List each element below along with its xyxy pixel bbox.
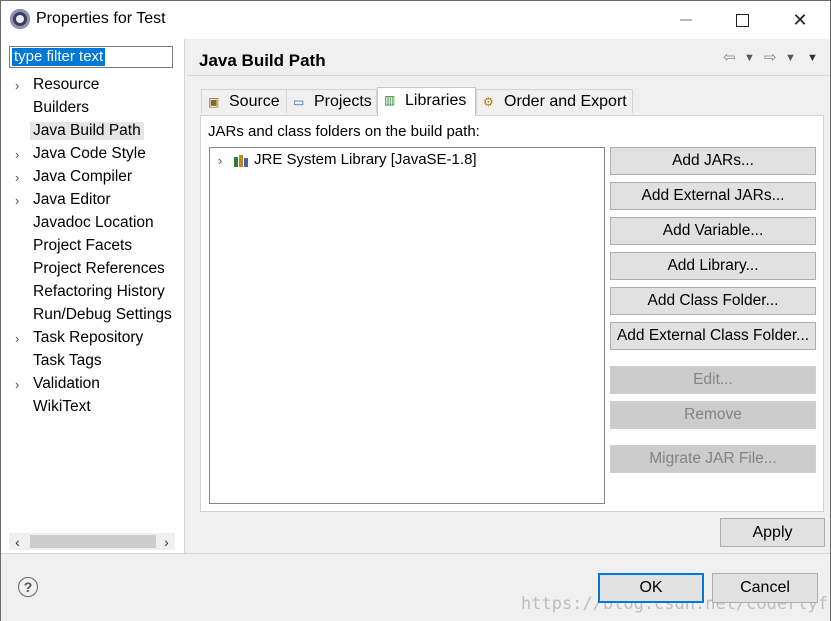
scroll-left-icon[interactable]: ‹ [9, 533, 26, 550]
back-arrow-icon[interactable]: ⇦ [723, 48, 736, 66]
tree-item[interactable]: Project References [1, 259, 184, 282]
add-jars-button[interactable]: Add JARs... [610, 147, 816, 175]
page-header: Java Build Path ⇦ ▼ ⇨ ▼ ▼ [187, 39, 830, 75]
scrollbar-thumb[interactable] [30, 535, 156, 548]
tab-projects[interactable]: ▭ Projects [286, 89, 377, 113]
add-external-jars-button[interactable]: Add External JARs... [610, 182, 816, 210]
filter-input-text: type filter text [12, 48, 106, 66]
scroll-right-icon[interactable]: › [158, 533, 175, 550]
tree-item-label: Task Repository [33, 329, 144, 346]
library-jars-icon [234, 155, 248, 167]
add-class-folder-button[interactable]: Add Class Folder... [610, 287, 816, 315]
tree-item[interactable]: › Java Code Style [1, 144, 184, 167]
build-path-caption: JARs and class folders on the build path… [208, 123, 480, 140]
add-library-button[interactable]: Add Library... [610, 252, 816, 280]
close-icon: ✕ [792, 9, 808, 30]
title-bar: Properties for Test ✕ [1, 1, 830, 39]
page-title: Java Build Path [199, 51, 326, 70]
expand-arrow-icon[interactable]: › [15, 331, 19, 346]
back-dropdown-icon[interactable]: ▼ [744, 52, 755, 64]
tree-item[interactable]: › Java Compiler [1, 167, 184, 190]
tree-item-label: Task Tags [33, 352, 102, 369]
libraries-icon: ▥ [384, 93, 396, 107]
close-button[interactable]: ✕ [777, 1, 823, 39]
expand-arrow-icon[interactable]: › [15, 170, 19, 185]
tree-item[interactable]: Project Facets [1, 236, 184, 259]
edit-button[interactable]: Edit... [610, 366, 816, 394]
library-tree[interactable]: › JRE System Library [JavaSE-1.8] [209, 147, 605, 504]
projects-folder-icon: ▭ [293, 95, 305, 109]
property-page: Java Build Path ⇦ ▼ ⇨ ▼ ▼ ▣ Source ▭ Pro… [187, 39, 830, 553]
window-title: Properties for Test [36, 10, 166, 27]
tree-item-label: Project References [33, 260, 165, 277]
tree-item-label: Run/Debug Settings [33, 306, 172, 323]
forward-dropdown-icon[interactable]: ▼ [785, 52, 796, 64]
help-icon[interactable]: ? [18, 577, 38, 597]
expand-arrow-icon[interactable]: › [15, 78, 19, 93]
horizontal-scrollbar[interactable]: ‹ › [9, 533, 175, 550]
minimize-button[interactable] [663, 1, 709, 39]
expand-arrow-icon[interactable]: › [218, 153, 222, 168]
properties-dialog: Properties for Test ✕ type filter text ›… [0, 0, 831, 621]
order-export-icon: ⚙ [483, 95, 494, 109]
tree-item-label: Refactoring History [33, 283, 165, 300]
remove-button[interactable]: Remove [610, 401, 816, 429]
header-separator [187, 75, 830, 76]
ok-button[interactable]: OK [598, 573, 704, 603]
library-entry-label: JRE System Library [JavaSE-1.8] [254, 151, 477, 168]
tree-item[interactable]: Builders [1, 98, 184, 121]
libraries-panel: JARs and class folders on the build path… [200, 115, 824, 512]
library-entry[interactable]: › JRE System Library [JavaSE-1.8] [210, 151, 604, 171]
tab-order-and-export-label: Order and Export [504, 93, 627, 110]
tab-source-label: Source [229, 93, 280, 110]
forward-arrow-icon[interactable]: ⇨ [764, 48, 777, 66]
tree-item-label: Java Editor [33, 191, 111, 208]
view-menu-icon[interactable]: ▼ [807, 52, 818, 64]
tree-item[interactable]: Run/Debug Settings [1, 305, 184, 328]
maximize-button[interactable] [719, 1, 765, 39]
apply-button[interactable]: Apply [720, 518, 825, 547]
source-folder-icon: ▣ [208, 95, 220, 109]
tree-item[interactable]: WikiText [1, 397, 184, 420]
cancel-button[interactable]: Cancel [712, 573, 818, 603]
tree-item[interactable]: › Java Editor [1, 190, 184, 213]
tab-strip: ▣ Source ▭ Projects ▥ Libraries ⚙ Order … [201, 87, 821, 116]
tree-item[interactable]: Refactoring History [1, 282, 184, 305]
tab-libraries[interactable]: ▥ Libraries [377, 87, 476, 116]
tree-item-label: Project Facets [33, 237, 133, 254]
tree-item-label: Javadoc Location [33, 214, 154, 231]
filter-input[interactable]: type filter text [9, 46, 173, 68]
property-page-tree-pane: type filter text › Resource Builders Java B… [1, 39, 185, 553]
tree-item-label: Resource [33, 76, 100, 93]
tree-item[interactable]: › Validation [1, 374, 184, 397]
add-external-class-folder-button[interactable]: Add External Class Folder... [610, 322, 816, 350]
tree-item-label: WikiText [33, 398, 91, 415]
tree-item-label: Java Code Style [33, 145, 146, 162]
tree-item[interactable]: › Task Repository [1, 328, 184, 351]
tab-source[interactable]: ▣ Source [201, 89, 287, 113]
migrate-jar-button[interactable]: Migrate JAR File... [610, 445, 816, 473]
tree-item[interactable]: Javadoc Location [1, 213, 184, 236]
tab-libraries-label: Libraries [405, 92, 467, 109]
tree-item-label: Java Compiler [33, 168, 133, 185]
dialog-footer: ? https://blog.csdn.net/coderlyf OK Canc… [1, 553, 830, 621]
expand-arrow-icon[interactable]: › [15, 147, 19, 162]
tree-item[interactable]: Task Tags [1, 351, 184, 374]
maximize-icon [735, 13, 749, 27]
tab-projects-label: Projects [314, 93, 372, 110]
tree-item-label: Builders [33, 99, 89, 116]
tree-item-label: Validation [33, 375, 100, 392]
tree-item[interactable]: › Resource [1, 75, 184, 98]
minimize-icon [680, 19, 692, 21]
expand-arrow-icon[interactable]: › [15, 193, 19, 208]
tab-order-and-export[interactable]: ⚙ Order and Export [476, 89, 633, 113]
tree-item[interactable]: Java Build Path [1, 121, 184, 144]
tree-item-label: Java Build Path [30, 122, 144, 140]
eclipse-icon [10, 9, 30, 29]
add-variable-button[interactable]: Add Variable... [610, 217, 816, 245]
expand-arrow-icon[interactable]: › [15, 377, 19, 392]
